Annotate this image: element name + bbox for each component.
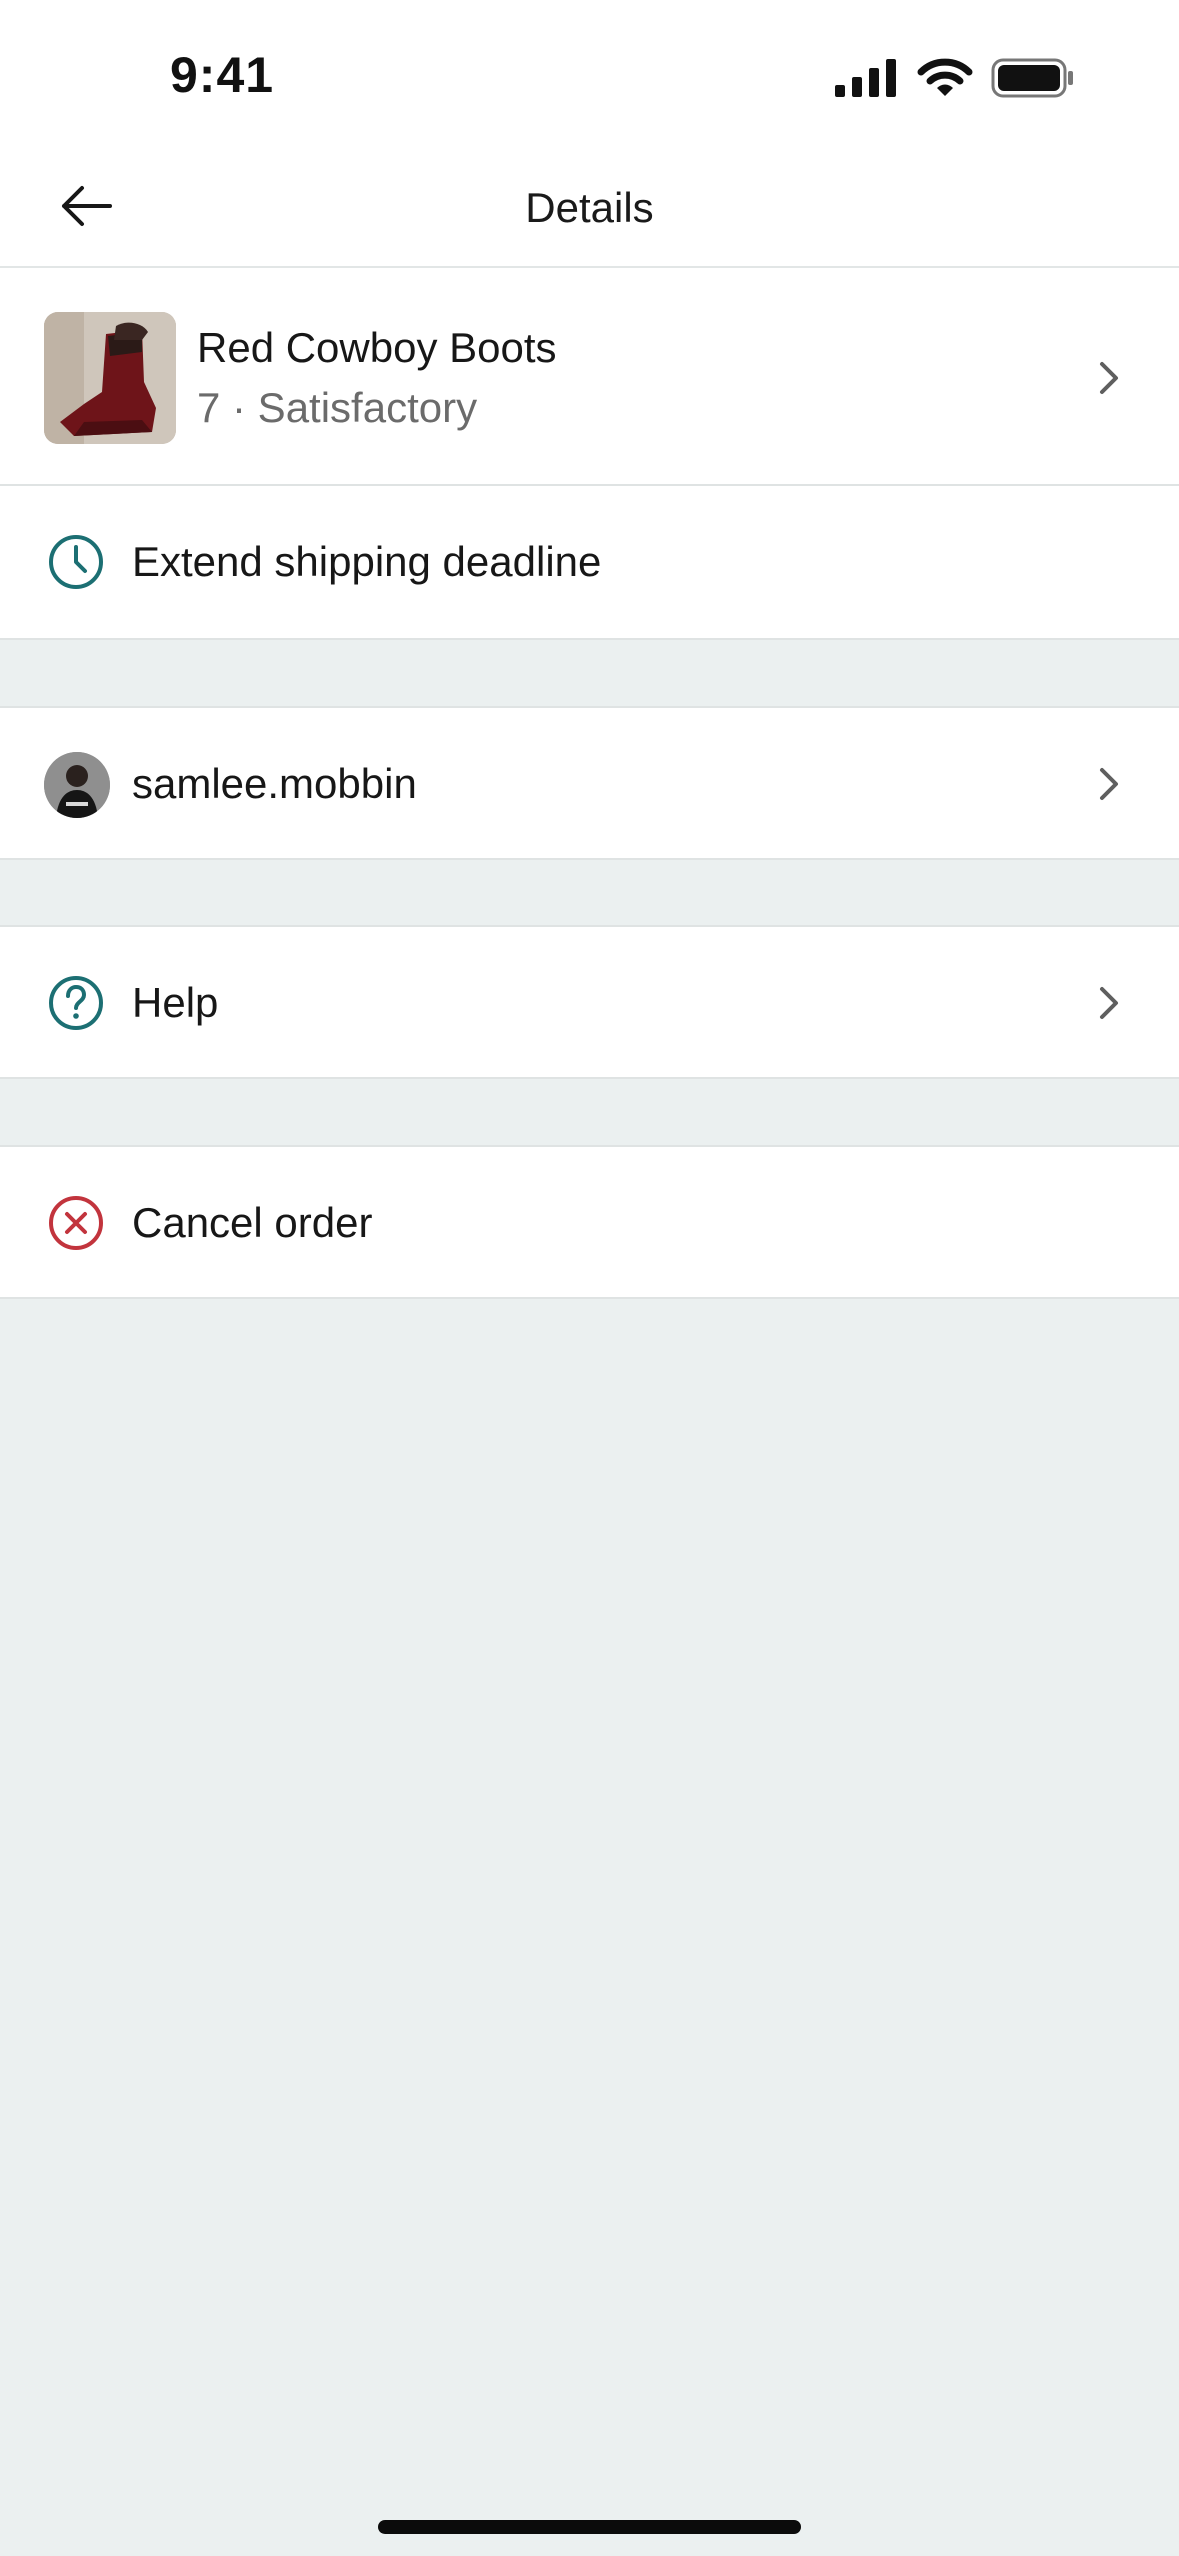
clock-icon	[46, 532, 106, 592]
product-size-condition: 7 · Satisfactory	[197, 384, 478, 431]
page-title: Details	[525, 184, 654, 231]
status-icons	[835, 58, 1075, 103]
help-circle-icon	[46, 973, 106, 1033]
product-title: Red Cowboy Boots	[197, 324, 557, 371]
wifi-icon	[917, 58, 973, 103]
extend-shipping-deadline-label: Extend shipping deadline	[132, 538, 602, 585]
cancel-order-row[interactable]: Cancel order	[0, 1145, 1179, 1299]
chevron-right-icon	[1091, 766, 1127, 802]
home-indicator	[378, 2520, 801, 2534]
avatar	[44, 752, 110, 818]
chevron-right-icon	[1091, 985, 1127, 1021]
product-thumbnail	[44, 312, 176, 444]
signal-icon	[835, 59, 899, 102]
help-label: Help	[132, 979, 219, 1026]
chevron-right-icon	[1091, 360, 1127, 396]
help-row[interactable]: Help	[0, 925, 1179, 1079]
extend-shipping-deadline-row[interactable]: Extend shipping deadline	[0, 486, 1179, 640]
seller-profile-row[interactable]: samlee.mobbin	[0, 706, 1179, 860]
close-circle-icon	[46, 1193, 106, 1253]
status-time: 9:41	[170, 47, 275, 103]
product-row[interactable]: Red Cowboy Boots 7 · Satisfactory	[0, 268, 1179, 486]
seller-username: samlee.mobbin	[132, 760, 417, 807]
nav-bar: Details	[0, 150, 1179, 268]
battery-icon	[991, 58, 1075, 103]
status-bar: 9:41	[0, 0, 1179, 150]
cancel-order-label: Cancel order	[132, 1199, 373, 1246]
order-details-screen: 9:41 Details Red Cowboy Boots 7 · Satisf…	[0, 0, 1179, 2556]
